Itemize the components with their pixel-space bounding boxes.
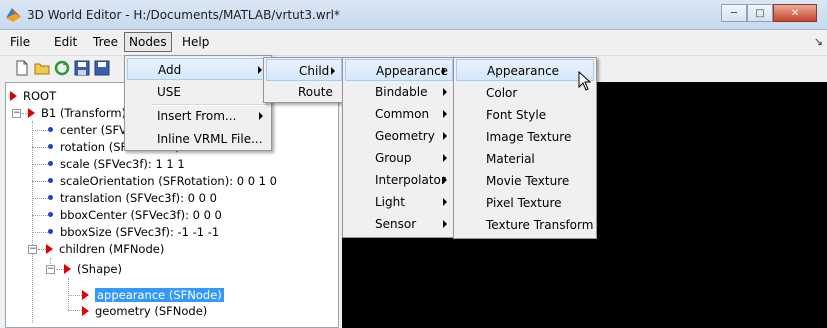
submenu-arrow-icon — [443, 176, 447, 184]
menu-item-bindable[interactable]: Bindable — [345, 81, 453, 103]
menu-nodes[interactable]: Nodes — [124, 32, 172, 52]
app-icon — [6, 8, 21, 22]
menu-item-sensor[interactable]: Sensor — [345, 213, 453, 235]
menu-item-add[interactable]: Add — [127, 58, 269, 80]
submenu-arrow-icon — [331, 67, 335, 75]
title-bar: 3D World Editor - H:/Documents/MATLAB/vr… — [0, 0, 827, 30]
menu-item-image-texture[interactable]: Image Texture — [456, 126, 594, 148]
menu-item-child[interactable]: Child — [266, 59, 342, 81]
menu-item-inline-vrml[interactable]: Inline VRML File... — [127, 128, 269, 150]
submenu-arrow-icon — [443, 154, 447, 162]
new-file-icon[interactable] — [14, 60, 30, 76]
node-arrow-icon — [64, 264, 71, 274]
add-submenu: Child Route — [263, 57, 345, 103]
field-bbox-center[interactable]: bboxCenter (SFVec3f): 0 0 0 — [48, 207, 222, 223]
close-button[interactable]: ✕ — [773, 4, 817, 22]
node-arrow-icon — [10, 91, 17, 101]
menubar-dock-arrow-icon[interactable]: ↘ — [814, 35, 823, 48]
field-dot-icon — [48, 144, 53, 149]
menu-item-light[interactable]: Light — [345, 191, 453, 213]
field-scale-orientation[interactable]: scaleOrientation (SFRotation): 0 0 1 0 — [48, 173, 277, 189]
open-folder-icon[interactable] — [34, 60, 50, 76]
field-dot-icon — [48, 229, 53, 234]
collapse-children-icon[interactable]: − — [28, 245, 37, 254]
tree-node-root[interactable]: ROOT — [10, 88, 56, 104]
maximize-button[interactable]: □ — [747, 4, 773, 22]
mouse-cursor-icon — [578, 71, 592, 91]
submenu-arrow-icon — [258, 66, 262, 74]
submenu-arrow-icon — [443, 110, 447, 118]
collapse-shape-icon[interactable]: − — [46, 265, 55, 274]
field-translation[interactable]: translation (SFVec3f): 0 0 0 — [48, 190, 217, 206]
menu-item-color[interactable]: Color — [456, 82, 594, 104]
menu-item-interpolator[interactable]: Interpolator — [345, 169, 453, 191]
node-arrow-icon — [46, 244, 53, 254]
menu-item-texture-transform[interactable]: Texture Transform — [456, 214, 594, 236]
field-dot-icon — [48, 127, 53, 132]
submenu-arrow-icon — [443, 220, 447, 228]
save-icon[interactable] — [74, 60, 90, 76]
node-arrow-icon — [82, 306, 89, 316]
menu-item-appearance-node[interactable]: Appearance — [456, 59, 594, 81]
menu-item-route[interactable]: Route — [266, 81, 342, 103]
menu-item-group[interactable]: Group — [345, 147, 453, 169]
appearance-submenu: Appearance Color Font Style Image Textur… — [453, 57, 597, 239]
menu-item-movie-texture[interactable]: Movie Texture — [456, 170, 594, 192]
menu-item-pixel-texture[interactable]: Pixel Texture — [456, 192, 594, 214]
menu-item-use[interactable]: USE — [127, 81, 269, 103]
field-dot-icon — [48, 178, 53, 183]
tree-node-b1[interactable]: B1 (Transform) — [28, 105, 126, 121]
submenu-arrow-icon — [442, 67, 446, 75]
menu-item-material[interactable]: Material — [456, 148, 594, 170]
save-as-icon[interactable] — [94, 60, 110, 76]
menu-file[interactable]: File — [6, 33, 34, 51]
window-controls: ─ □ ✕ — [721, 4, 817, 22]
tree-node-appearance[interactable]: appearance (SFNode) — [82, 287, 224, 303]
menu-item-common[interactable]: Common — [345, 103, 453, 125]
collapse-b1-icon[interactable]: − — [12, 109, 21, 118]
submenu-arrow-icon — [443, 132, 447, 140]
menu-item-geometry[interactable]: Geometry — [345, 125, 453, 147]
field-bbox-size[interactable]: bboxSize (SFVec3f): -1 -1 -1 — [48, 224, 219, 240]
field-scale[interactable]: scale (SFVec3f): 1 1 1 — [48, 156, 185, 172]
window-title: 3D World Editor - H:/Documents/MATLAB/vr… — [27, 8, 340, 22]
field-dot-icon — [48, 161, 53, 166]
nodes-menu: Add USE Insert From... Inline VRML File.… — [124, 55, 272, 151]
menu-item-insert-from[interactable]: Insert From... — [127, 105, 269, 127]
minimize-button[interactable]: ─ — [721, 4, 747, 22]
menu-edit[interactable]: Edit — [50, 33, 81, 51]
submenu-arrow-icon — [259, 112, 263, 120]
menu-item-child-appearance[interactable]: Appearance — [345, 59, 453, 81]
tree-node-shape[interactable]: (Shape) — [64, 261, 122, 277]
node-arrow-icon — [28, 108, 35, 118]
menu-help[interactable]: Help — [178, 33, 213, 51]
field-dot-icon — [48, 195, 53, 200]
field-dot-icon — [48, 212, 53, 217]
menu-item-font-style[interactable]: Font Style — [456, 104, 594, 126]
submenu-arrow-icon — [443, 88, 447, 96]
reload-icon[interactable] — [54, 60, 70, 76]
submenu-arrow-icon — [443, 198, 447, 206]
node-arrow-icon — [82, 290, 89, 300]
menu-tree[interactable]: Tree — [89, 33, 122, 51]
tree-node-geometry[interactable]: geometry (SFNode) — [82, 303, 207, 319]
menu-bar: File Edit Tree Nodes Help ↘ — [0, 30, 827, 54]
tree-node-children[interactable]: children (MFNode) — [46, 241, 164, 257]
child-submenu: Appearance Bindable Common Geometry Grou… — [342, 57, 456, 238]
